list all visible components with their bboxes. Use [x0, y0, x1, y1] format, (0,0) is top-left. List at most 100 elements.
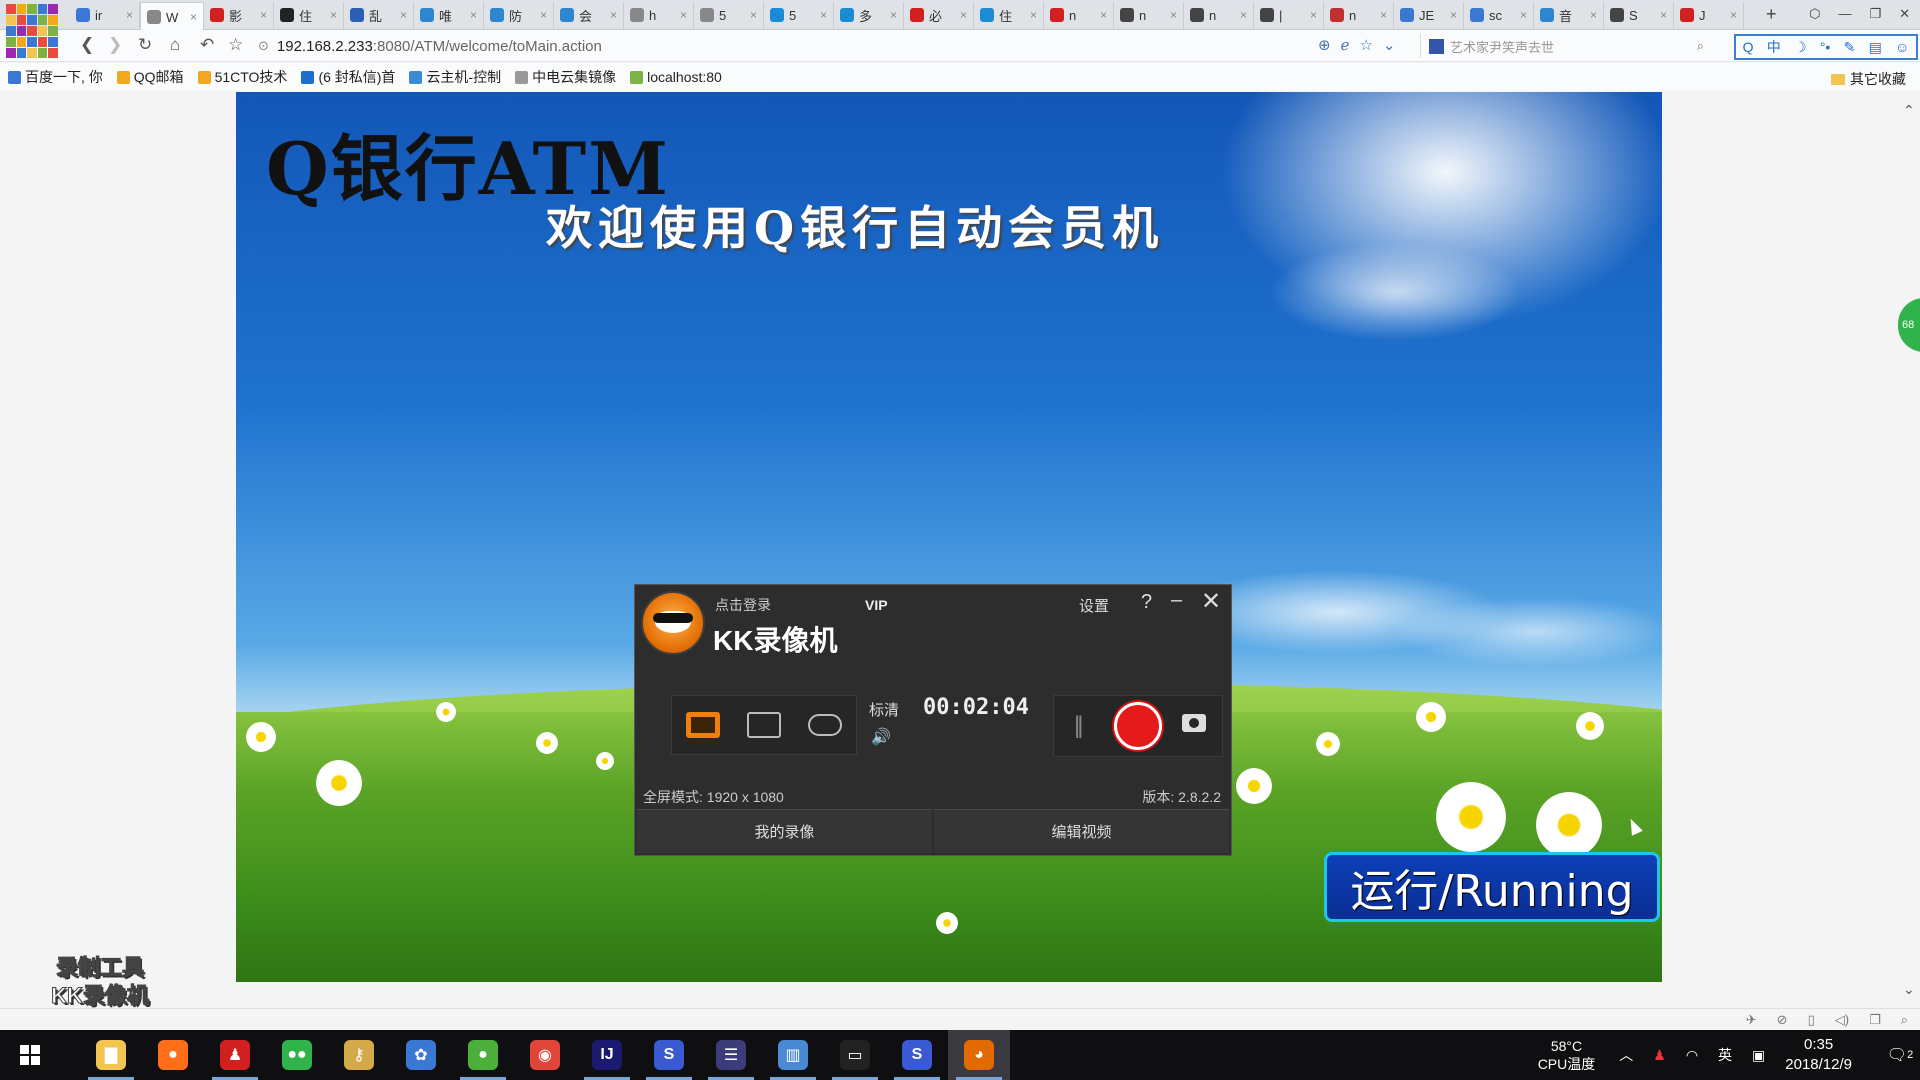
tab-close-icon[interactable]: × — [1170, 8, 1177, 22]
region-mode-icon[interactable] — [746, 712, 781, 738]
tab-close-icon[interactable]: × — [680, 8, 687, 22]
notification-center-icon[interactable]: 🗨 2 — [1880, 1030, 1920, 1080]
taskbar-eclipse[interactable]: ☰ — [700, 1030, 762, 1080]
sound-icon[interactable]: ◁) — [1835, 1012, 1849, 1028]
taskbar-eclipse-sts[interactable]: S — [638, 1030, 700, 1080]
tab-close-icon[interactable]: × — [1450, 8, 1457, 22]
quality-selector[interactable]: 标清 — [869, 699, 899, 720]
tab-close-icon[interactable]: × — [1030, 8, 1037, 22]
search-input[interactable]: 艺术家尹笑声去世 ⌕ — [1420, 34, 1710, 58]
clock[interactable]: 0:35 2018/12/9 — [1785, 1035, 1852, 1075]
tab-close-icon[interactable]: × — [540, 8, 547, 22]
tab-close-icon[interactable]: × — [750, 8, 757, 22]
window-icon[interactable]: ❐ — [1869, 1012, 1881, 1028]
tab-close-icon[interactable]: × — [190, 10, 197, 24]
browser-tab[interactable]: JE × — [1394, 2, 1464, 28]
bookmark-item[interactable]: (6 封私信)首 — [301, 67, 395, 87]
browser-tab[interactable]: n × — [1044, 2, 1114, 28]
bookmark-item[interactable]: 51CTO技术 — [197, 67, 287, 87]
restore-icon[interactable]: ⬡ — [1809, 6, 1820, 22]
settings-button[interactable]: 设置 — [1079, 595, 1109, 616]
browser-tab[interactable]: 多 × — [834, 2, 904, 28]
tab-close-icon[interactable]: × — [330, 8, 337, 22]
pause-button[interactable]: || — [1074, 712, 1084, 740]
taskbar-baidu-netdisk[interactable]: ✿ — [390, 1030, 452, 1080]
extension-icon[interactable]: ☽ — [1794, 39, 1807, 56]
browser-tab[interactable]: 防 × — [484, 2, 554, 28]
scroll-down-icon[interactable]: ⌄ — [1903, 981, 1915, 998]
browser-tab[interactable]: 住 × — [274, 2, 344, 28]
taskbar-wechat[interactable]: ●● — [266, 1030, 328, 1080]
minimize-button[interactable]: – — [1171, 589, 1182, 612]
star-icon[interactable]: ☆ — [1359, 36, 1372, 54]
tab-close-icon[interactable]: × — [820, 8, 827, 22]
help-button[interactable]: ? — [1141, 591, 1152, 614]
taskbar-winrar[interactable]: ▥ — [762, 1030, 824, 1080]
browser-tab[interactable]: 必 × — [904, 2, 974, 28]
taskbar-file-explorer[interactable]: ▇ — [80, 1030, 142, 1080]
browser-logo-icon[interactable] — [6, 4, 58, 58]
login-link[interactable]: 点击登录 — [715, 595, 771, 615]
tab-close-icon[interactable]: × — [1380, 8, 1387, 22]
browser-tab[interactable]: 住 × — [974, 2, 1044, 28]
taskbar-chrome[interactable]: ◉ — [514, 1030, 576, 1080]
reload-icon[interactable]: ↻ — [138, 35, 152, 55]
taskbar-kk-recorder[interactable]: ◕ — [948, 1030, 1010, 1080]
other-bookmarks[interactable]: 其它收藏 — [1831, 69, 1906, 89]
browser-tab[interactable]: sc × — [1464, 2, 1534, 28]
tab-close-icon[interactable]: × — [470, 8, 477, 22]
close-button[interactable]: ✕ — [1201, 587, 1221, 616]
search-icon[interactable]: ⌕ — [1697, 38, 1704, 54]
bookmark-item[interactable]: 云主机-控制 — [409, 67, 501, 87]
browser-tab[interactable]: n × — [1184, 2, 1254, 28]
browser-tab[interactable]: 唯 × — [414, 2, 484, 28]
taskbar-firefox[interactable]: ● — [142, 1030, 204, 1080]
dropdown-icon[interactable]: ⌄ — [1383, 36, 1396, 54]
new-tab-button[interactable]: + — [1766, 4, 1777, 25]
bookmark-item[interactable]: 中电云集镜像 — [515, 67, 616, 87]
screenshot-camera-icon[interactable] — [1182, 714, 1206, 732]
browser-tab[interactable]: n × — [1324, 2, 1394, 28]
taskbar-terminal[interactable]: ▭ — [824, 1030, 886, 1080]
tab-close-icon[interactable]: × — [1590, 8, 1597, 22]
zoom-status-icon[interactable]: ⌕ — [1901, 1012, 1908, 1028]
bookmark-item[interactable]: localhost:80 — [630, 67, 722, 87]
tab-close-icon[interactable]: × — [1310, 8, 1317, 22]
taskbar-intellij[interactable]: IJ — [576, 1030, 638, 1080]
edit-video-button[interactable]: 编辑视频 — [934, 809, 1229, 853]
maximize-icon[interactable]: ❐ — [1869, 6, 1881, 22]
volume-icon[interactable]: 🔊 — [871, 727, 891, 747]
browser-tab[interactable]: h × — [624, 2, 694, 28]
my-recordings-button[interactable]: 我的录像 — [637, 809, 932, 853]
minimize-icon[interactable]: — — [1838, 6, 1851, 22]
vertical-scrollbar[interactable]: ⌃ ⌄ — [1900, 92, 1920, 1008]
tab-close-icon[interactable]: × — [1660, 8, 1667, 22]
close-icon[interactable]: ✕ — [1899, 6, 1910, 22]
favorite-icon[interactable]: ☆ — [228, 35, 243, 55]
bookmark-item[interactable]: QQ邮箱 — [116, 67, 184, 87]
extension-icon[interactable]: °• — [1820, 39, 1831, 55]
extension-icon[interactable]: 中 — [1767, 37, 1781, 57]
extension-icon[interactable]: ▤ — [1869, 39, 1882, 56]
trash-icon[interactable]: ▯ — [1808, 1012, 1815, 1028]
browser-tab[interactable]: J × — [1674, 2, 1744, 28]
browser-tab[interactable]: 5 × — [694, 2, 764, 28]
back-icon[interactable]: ❮ — [80, 35, 94, 55]
browser-tab[interactable]: S × — [1604, 2, 1674, 28]
tab-close-icon[interactable]: × — [890, 8, 897, 22]
ie-mode-icon[interactable]: ℯ — [1341, 36, 1350, 54]
tab-close-icon[interactable]: × — [1730, 8, 1737, 22]
browser-tab[interactable]: 影 × — [204, 2, 274, 28]
taskbar-keys[interactable]: ⚷ — [328, 1030, 390, 1080]
record-button[interactable] — [1114, 702, 1162, 750]
search-engine-icon[interactable] — [1429, 38, 1444, 54]
extension-icon[interactable]: ☺ — [1895, 39, 1909, 55]
browser-tab[interactable]: 音 × — [1534, 2, 1604, 28]
tray-search-icon[interactable]: ▣ — [1752, 1047, 1765, 1064]
home-icon[interactable]: ⌂ — [170, 35, 180, 55]
ime-indicator[interactable]: 英 — [1718, 1045, 1732, 1065]
tab-close-icon[interactable]: × — [1100, 8, 1107, 22]
running-button[interactable]: 运行/Running — [1324, 852, 1660, 922]
tab-close-icon[interactable]: × — [960, 8, 967, 22]
game-mode-icon[interactable] — [808, 714, 843, 736]
